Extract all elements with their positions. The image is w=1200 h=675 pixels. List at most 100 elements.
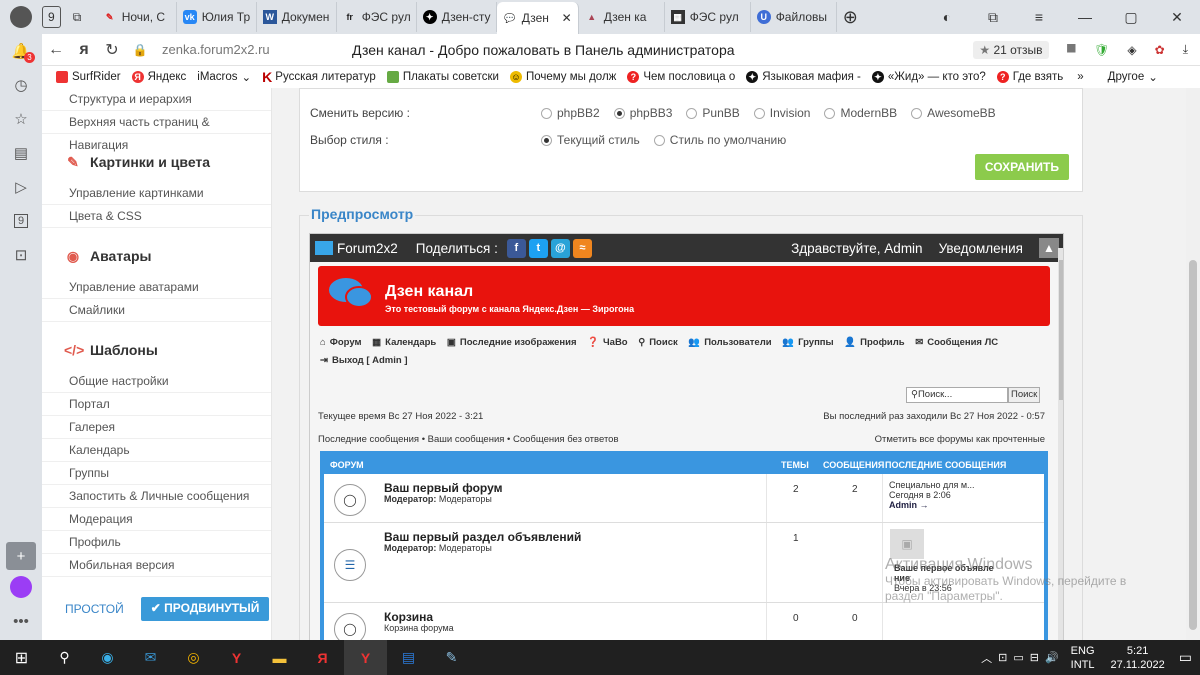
bookmark-4[interactable]: Плакаты советски <box>386 71 499 83</box>
yandex-browser-icon[interactable]: Я <box>301 640 344 675</box>
nav-faq[interactable]: ❓ ЧаВо <box>587 337 631 348</box>
collections-side-icon[interactable]: ▤ <box>0 136 42 170</box>
version-option-invision[interactable]: Invision <box>753 106 810 120</box>
paint-icon[interactable]: ✎ <box>430 640 473 675</box>
mark-read-link[interactable]: Отметить все форумы как прочтенные <box>875 434 1045 445</box>
tab-5[interactable]: ✦ Дзен-сту <box>417 2 497 32</box>
menu-icon[interactable]: ≡ <box>1016 9 1062 26</box>
protect-icon[interactable]: ◐ <box>924 9 970 26</box>
rss-icon[interactable]: ≈ <box>572 238 592 258</box>
menu-item-portal[interactable]: Портал <box>42 393 271 416</box>
tab-7[interactable]: ▲ Дзен ка <box>579 2 665 32</box>
collections-icon[interactable]: ⧉ <box>970 9 1016 26</box>
bookmark-icon[interactable]: ⯀ <box>1067 42 1077 57</box>
menu-item-header-nav[interactable]: Верхняя часть страниц & Навигация <box>42 111 271 152</box>
menu-item-general[interactable]: Общие настройки <box>42 370 271 393</box>
page-scrollbar[interactable] <box>1186 88 1200 640</box>
nav-members[interactable]: 👥 Пользователи <box>688 337 775 348</box>
bookmark-2[interactable]: iMacros ⌄ <box>197 70 251 84</box>
tab-4[interactable]: fr ФЭС рул <box>337 2 417 32</box>
tray-app-icon[interactable]: ⊡ <box>998 651 1007 664</box>
alice-icon[interactable] <box>0 570 42 604</box>
battery-icon[interactable]: ▭ <box>1013 651 1023 664</box>
notifications-icon[interactable]: 🔔 3 <box>0 34 42 68</box>
counter-side[interactable]: 9 <box>0 204 42 238</box>
forum-name[interactable]: Дзен канал <box>385 283 473 301</box>
menu-item-groups[interactable]: Группы <box>42 462 271 485</box>
forum-brand[interactable]: Forum2x2 <box>337 241 398 256</box>
bookmark-3[interactable]: K Русская литератур <box>262 69 376 85</box>
edge-icon[interactable]: ◉ <box>86 640 129 675</box>
mode-advanced-button[interactable]: ✔ ПРОДВИНУТЫЙ <box>140 597 270 621</box>
nav-images[interactable]: ▣ Последние изображения <box>447 337 581 348</box>
history-icon[interactable]: ◷ <box>0 68 42 102</box>
bookmark-0[interactable]: SurfRider <box>56 71 121 83</box>
yandex-browser-active-icon[interactable]: Y <box>344 640 387 675</box>
windows-start-icon[interactable]: ⊞ <box>0 640 43 675</box>
minimize-icon[interactable]: — <box>1062 9 1108 26</box>
twitter-icon[interactable]: t <box>528 238 548 258</box>
lock-icon[interactable]: 🔒 <box>126 43 154 57</box>
extensions-icon[interactable]: ◈ <box>1127 43 1136 57</box>
bookmark-6[interactable]: ? Чем пословица о <box>627 71 735 83</box>
style-option-current[interactable]: Текущий стиль <box>541 133 640 147</box>
version-option-awesomebb[interactable]: AwesomeBB <box>911 106 996 120</box>
mode-simple-button[interactable]: ПРОСТОЙ <box>56 597 133 621</box>
new-tab-button[interactable]: ⊕ <box>837 2 873 32</box>
tab-1[interactable]: ✎ Ночи, С <box>97 2 177 32</box>
forum-search-button[interactable]: Поиск <box>1008 387 1041 403</box>
yandex-y-icon[interactable]: Y <box>215 640 258 675</box>
hello-user[interactable]: Здравствуйте, Admin <box>791 241 922 256</box>
bookmark-7[interactable]: ✦ Языковая мафия - <box>746 71 861 83</box>
scroll-thumb[interactable] <box>1059 260 1063 400</box>
more-icon[interactable]: ••• <box>0 604 42 638</box>
version-option-punbb[interactable]: PunBB <box>686 106 740 120</box>
explorer-icon[interactable]: ▬ <box>258 640 301 675</box>
style-option-default[interactable]: Стиль по умолчанию <box>653 133 786 147</box>
bookmarks-other[interactable]: Другое ⌄ <box>1108 70 1158 84</box>
tab-active[interactable]: 💬 Дзен ✕ <box>496 2 579 34</box>
email-icon[interactable]: @ <box>550 238 570 258</box>
close-tab-icon[interactable]: ✕ <box>562 11 572 25</box>
nav-profile[interactable]: 👤 Профиль <box>844 337 908 348</box>
extension-badge-icon[interactable]: ✿ <box>1155 43 1165 57</box>
scroll-up-icon[interactable]: ▲ <box>1039 238 1059 258</box>
nav-search[interactable]: ⚲ Поиск <box>638 337 681 348</box>
yandex-icon[interactable]: я <box>70 41 98 59</box>
network-icon[interactable]: ⊟ <box>1030 651 1039 664</box>
maximize-icon[interactable]: ▢ <box>1108 9 1154 26</box>
version-option-phpbb2[interactable]: phpBB2 <box>541 106 600 120</box>
tab-2[interactable]: vk Юлия Тр <box>177 2 257 32</box>
tab-counter[interactable]: 9 <box>42 6 61 28</box>
menu-item-profile[interactable]: Профиль <box>42 531 271 554</box>
menu-item-manage-avatars[interactable]: Управление аватарами <box>42 276 271 299</box>
language-indicator[interactable]: ENG INTL <box>1071 644 1095 672</box>
bookmark-1[interactable]: Я Яндекс <box>131 71 186 83</box>
add-panel-icon[interactable]: + <box>6 542 36 570</box>
notification-center-icon[interactable]: ▭ <box>1179 649 1192 666</box>
version-option-phpbb3[interactable]: phpBB3 <box>613 106 672 120</box>
menu-item-gallery[interactable]: Галерея <box>42 416 271 439</box>
nav-pm[interactable]: ✉ Сообщения ЛС <box>915 337 1002 348</box>
menu-item-moderation[interactable]: Модерация <box>42 508 271 531</box>
tab-new-group[interactable]: ⧉ <box>67 2 97 32</box>
close-icon[interactable]: ✕ <box>1154 9 1200 26</box>
notifications-link[interactable]: Уведомления <box>939 241 1023 256</box>
mail-icon[interactable]: ✉ <box>129 640 172 675</box>
menu-item-mobile[interactable]: Мобильная версия <box>42 554 271 577</box>
bookmark-5[interactable]: ☺ Почему мы долж <box>509 71 616 83</box>
chevron-up-icon[interactable]: ︿ <box>981 650 992 666</box>
video-icon[interactable]: ▷ <box>0 170 42 204</box>
menu-item-structure[interactable]: Структура и иерархия <box>42 88 271 111</box>
menu-item-calendar[interactable]: Календарь <box>42 439 271 462</box>
save-button[interactable]: СОХРАНИТЬ <box>974 154 1069 180</box>
menu-item-manage-images[interactable]: Управление картинками <box>42 182 271 205</box>
shield-icon[interactable]: 🛡 <box>1094 43 1109 57</box>
nav-logout[interactable]: ⇥ Выход [ Admin ] <box>320 355 412 366</box>
reviews-badge[interactable]: ★ 21 отзыв <box>973 40 1049 59</box>
downloads-icon[interactable]: ⤓ <box>1183 42 1188 57</box>
document-icon[interactable]: ▤ <box>387 640 430 675</box>
tab-3[interactable]: W Докумен <box>257 2 337 32</box>
menu-item-posting[interactable]: Запостить & Личные сообщения <box>42 485 271 508</box>
chrome-icon[interactable]: ◎ <box>172 640 215 675</box>
